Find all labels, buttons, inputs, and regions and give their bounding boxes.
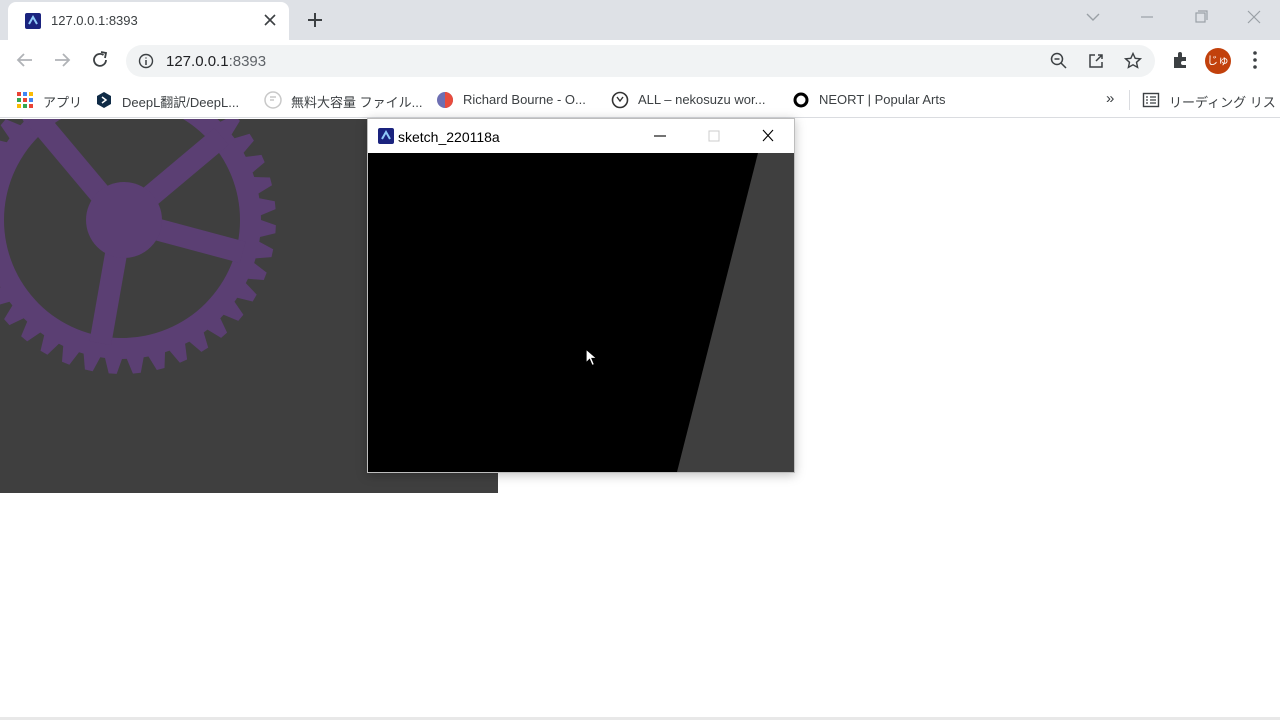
bookmark-star-icon[interactable] [1123,51,1143,71]
reload-icon[interactable] [87,47,113,73]
address-bar[interactable]: 127.0.0.1:8393 [126,45,1155,77]
tab-title: 127.0.0.1:8393 [51,13,138,28]
site-info-icon[interactable] [138,53,154,69]
minimize-icon[interactable] [1132,6,1162,28]
processing-app-icon [378,128,394,144]
reading-list-label: リーディング リスト [1169,95,1280,110]
restore-icon[interactable] [1186,6,1216,28]
bookmark-label: DeepL翻訳/DeepL... [122,95,240,110]
sketch-window[interactable]: sketch_220118a [367,118,795,473]
bookmarks-overflow-icon[interactable]: » [1106,90,1114,110]
more-menu-icon[interactable] [1242,47,1268,73]
reading-list-icon [1142,92,1160,108]
mouse-cursor-icon [585,348,599,367]
browser-toolbar: 127.0.0.1:8393 じゅ [0,40,1280,82]
bookmark-neort[interactable]: NEORT | Popular Arts [792,90,952,110]
purple-gear [0,119,276,374]
bookmark-label: アプリ [43,95,83,110]
sketch-window-title: sketch_220118a [398,129,500,145]
tab-close-icon[interactable] [261,11,279,29]
sketch-titlebar[interactable]: sketch_220118a [368,119,794,153]
url-text: 127.0.0.1:8393 [166,53,266,70]
sketch-canvas[interactable] [368,153,794,472]
deepl-icon [97,92,111,108]
new-tab-icon[interactable] [303,8,327,32]
tab-strip: 127.0.0.1:8393 [0,0,1280,40]
processing-favicon-icon [25,13,41,29]
file-service-icon [264,91,282,109]
bookmarks-divider [1129,90,1130,110]
bookmark-file-service[interactable]: 無料大容量 ファイル... [264,90,422,110]
profile-avatar[interactable]: じゅ [1205,48,1231,74]
bookmark-apps[interactable]: アプリ [16,90,82,110]
sketch-maximize-icon [708,130,720,142]
forward-icon[interactable] [49,47,75,73]
bookmark-label: NEORT | Popular Arts [819,92,946,107]
reading-list-button[interactable]: リーディング リスト [1142,90,1280,110]
bookmarks-bar: アプリ DeepL翻訳/DeepL... 無料大容量 ファイル... Richa… [0,82,1280,118]
bookmark-label: ALL – nekosuzu wor... [638,92,766,107]
browser-tab[interactable]: 127.0.0.1:8393 [8,2,289,40]
bookmark-nekosuzu[interactable]: ALL – nekosuzu wor... [611,90,779,110]
neort-icon [793,92,809,108]
gear-hub [86,182,162,258]
bookmark-deepl[interactable]: DeepL翻訳/DeepL... [95,90,250,110]
bookmark-label: Richard Bourne - O... [463,92,586,107]
extensions-icon[interactable] [1168,47,1194,73]
nekosuzu-icon [611,91,629,109]
url-port: :8393 [228,53,267,70]
url-host: 127.0.0.1 [166,53,229,70]
sketch-drawing [677,153,794,472]
tab-search-icon[interactable] [1078,6,1108,28]
sketch-minimize-icon[interactable] [648,125,672,147]
sketch-close-icon[interactable] [756,125,780,147]
bookmark-richard-bourne[interactable]: Richard Bourne - O... [436,90,598,110]
bookmark-label: 無料大容量 ファイル... [291,95,423,110]
share-icon[interactable] [1086,51,1106,71]
zoom-out-icon[interactable] [1049,51,1069,71]
back-icon[interactable] [12,47,38,73]
apps-grid-icon [17,92,33,108]
window-close-icon[interactable] [1239,6,1269,28]
gray-quad-shape [677,153,794,472]
richard-bourne-icon [437,92,453,108]
